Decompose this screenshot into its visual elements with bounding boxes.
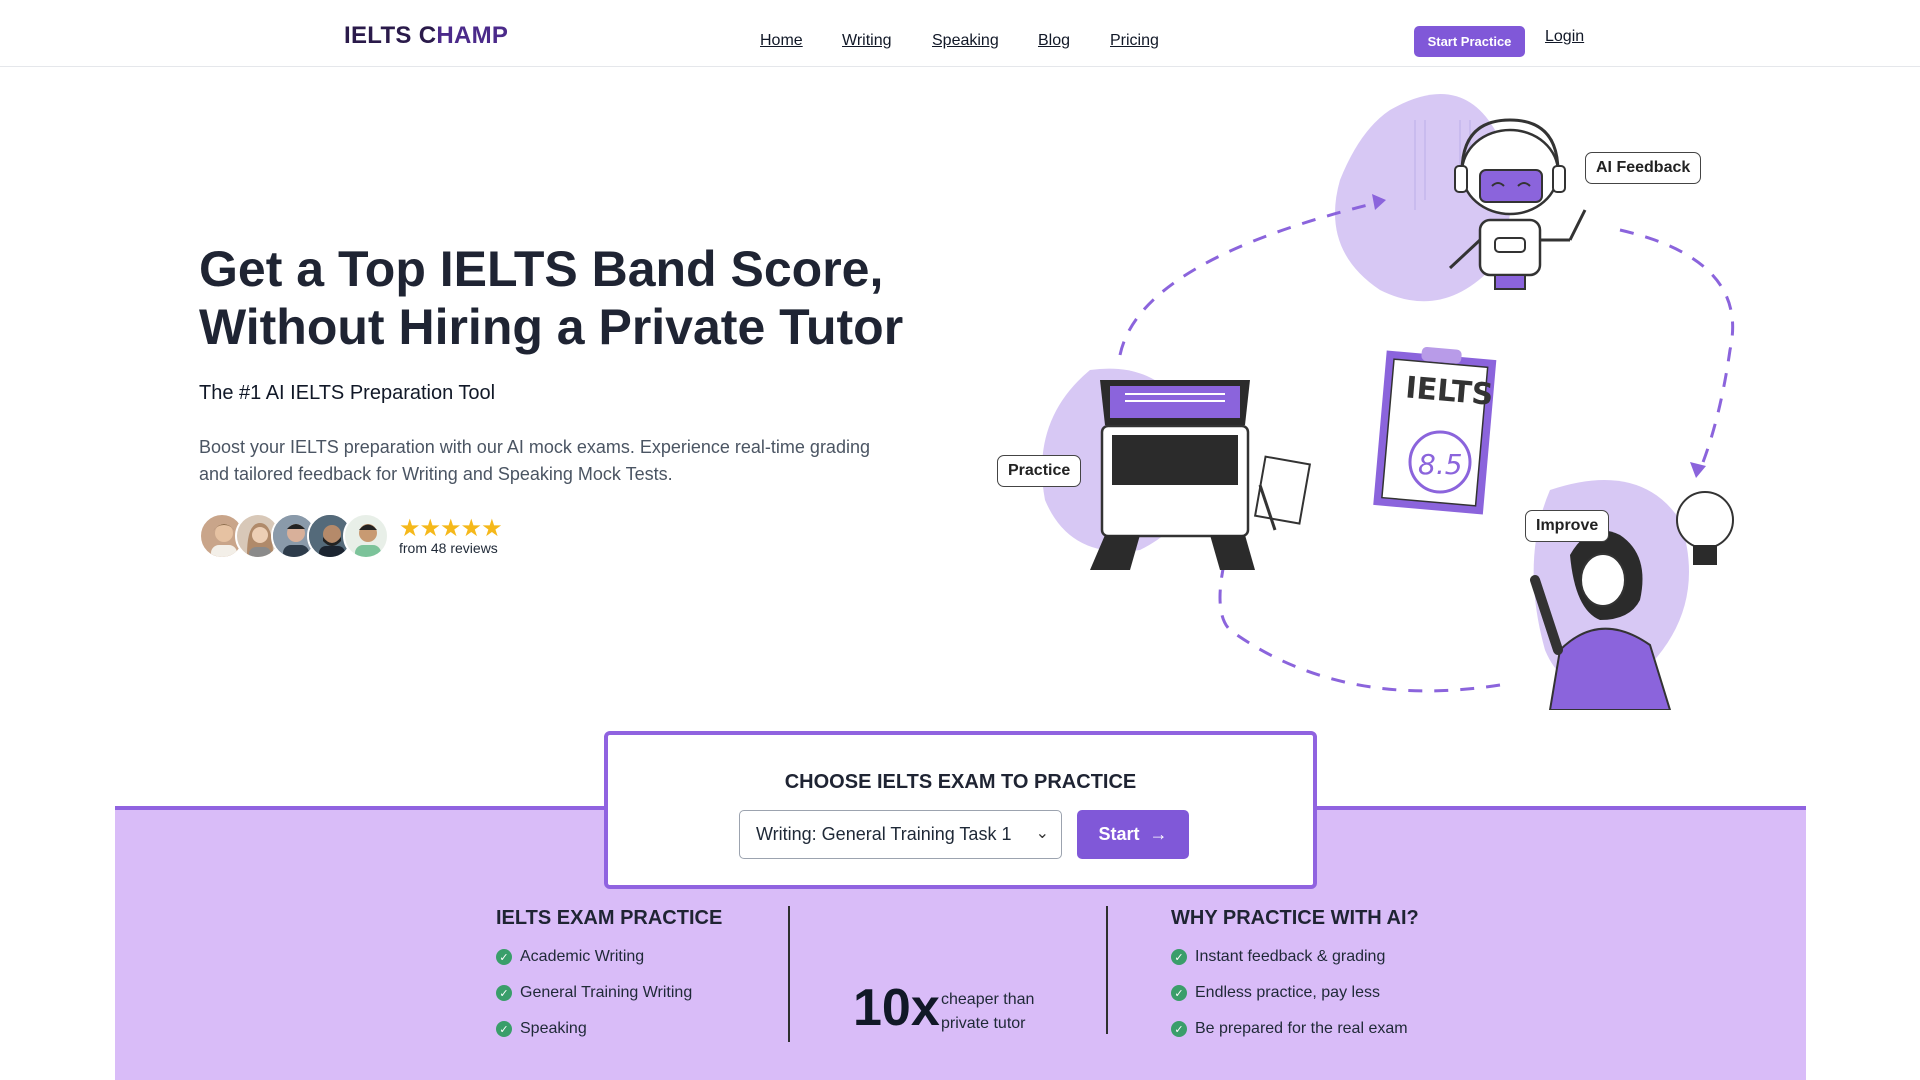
why-heading: WHY PRACTICE WITH AI?: [1171, 907, 1419, 929]
laptop-icon: [1090, 380, 1312, 570]
site-header: IELTS CHAMP Home Writing Speaking Blog P…: [0, 0, 1920, 67]
hero-title: Get a Top IELTS Band Score, Without Hiri…: [199, 241, 904, 355]
hero-description: Boost your IELTS preparation with our AI…: [199, 437, 870, 484]
hero-illustration: IELTS 8.5 AI Feedback Practice Improve: [990, 90, 1790, 711]
exam-type-select[interactable]: Writing: General Training Task 1 ⌄: [739, 810, 1062, 859]
exam-chooser-card: CHOOSE IELTS EXAM TO PRACTICE Writing: G…: [604, 731, 1317, 889]
divider: [788, 906, 790, 1042]
list-item: ✓ Speaking: [496, 1020, 587, 1038]
check-icon: ✓: [496, 949, 512, 965]
improve-label: Improve: [1525, 510, 1610, 542]
logo[interactable]: IELTS CHAMP: [344, 22, 508, 50]
nav-pricing[interactable]: Pricing: [1110, 32, 1159, 50]
start-exam-button[interactable]: Start →: [1077, 810, 1189, 859]
avatar: [343, 513, 389, 559]
list-item: ✓ General Training Writing: [496, 984, 692, 1002]
check-icon: ✓: [1171, 1021, 1187, 1037]
practice-label: Practice: [997, 455, 1082, 487]
ai-feedback-label: AI Feedback: [1585, 152, 1702, 184]
login-link[interactable]: Login: [1545, 28, 1584, 46]
nav-blog[interactable]: Blog: [1038, 32, 1070, 50]
start-practice-button[interactable]: Start Practice: [1414, 26, 1525, 57]
chevron-down-icon: ⌄: [1035, 825, 1049, 842]
list-item: ✓ Instant feedback & grading: [1171, 948, 1385, 966]
divider: [1106, 906, 1108, 1034]
arrow-right-icon: →: [1149, 824, 1168, 844]
savings-caption: cheaper than private tutor: [941, 991, 1035, 1032]
clipboard-score-icon: IELTS 8.5: [1373, 346, 1497, 515]
savings-value: 10x: [853, 979, 940, 1037]
check-icon: ✓: [1171, 949, 1187, 965]
exam-chooser-title: CHOOSE IELTS EXAM TO PRACTICE: [784, 771, 1137, 793]
nav-writing[interactable]: Writing: [842, 32, 892, 50]
check-icon: ✓: [496, 985, 512, 1001]
practice-heading: IELTS EXAM PRACTICE: [496, 907, 723, 929]
list-item: ✓ Be prepared for the real exam: [1171, 1020, 1408, 1038]
nav-home[interactable]: Home: [760, 32, 803, 50]
rating-stars: ★★★★★: [399, 515, 503, 542]
nav-speaking[interactable]: Speaking: [932, 32, 999, 50]
list-item: ✓ Endless practice, pay less: [1171, 984, 1380, 1002]
check-icon: ✓: [496, 1021, 512, 1037]
list-item: ✓ Academic Writing: [496, 948, 644, 966]
check-icon: ✓: [1171, 985, 1187, 1001]
hero-subtitle: The #1 AI IELTS Preparation Tool: [199, 382, 496, 404]
reviews-count: from 48 reviews: [399, 540, 498, 556]
svg-text:8.5: 8.5: [1418, 448, 1463, 481]
